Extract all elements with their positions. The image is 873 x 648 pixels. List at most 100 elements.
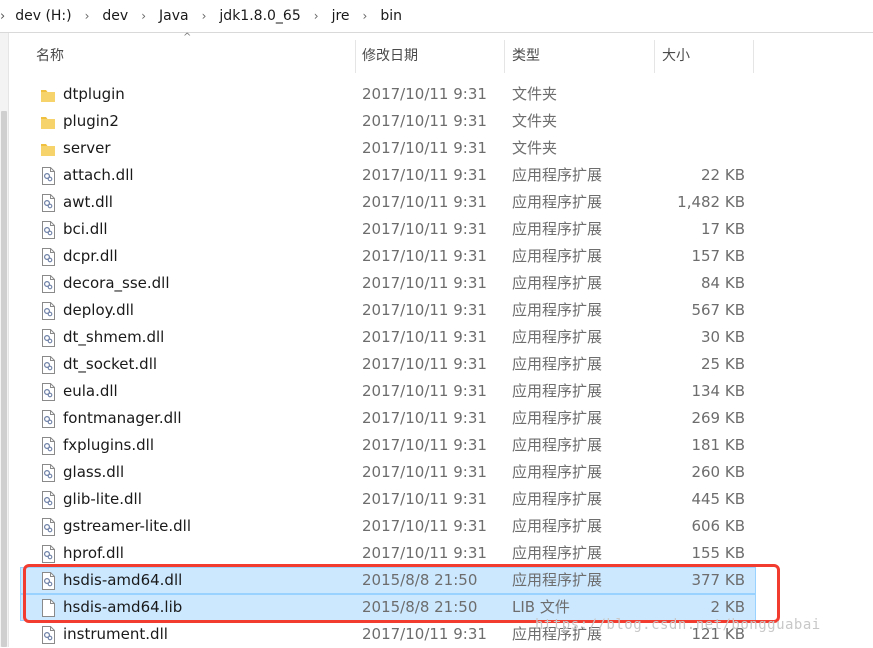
file-row[interactable]: attach.dll 2017/10/11 9:31 应用程序扩展 22 KB (20, 162, 756, 189)
file-row[interactable]: fxplugins.dll 2017/10/11 9:31 应用程序扩展 181 KB (20, 432, 756, 459)
file-row[interactable]: server 2017/10/11 9:31 文件夹 (20, 135, 756, 162)
file-modified-date: 2017/10/11 9:31 (362, 409, 487, 427)
file-modified-date: 2017/10/11 9:31 (362, 274, 487, 292)
file-modified-date: 2017/10/11 9:31 (362, 85, 487, 103)
file-name: plugin2 (63, 112, 119, 130)
file-row[interactable]: hprof.dll 2017/10/11 9:31 应用程序扩展 155 KB (20, 540, 756, 567)
file-size: 22 KB (701, 166, 745, 184)
file-type: 应用程序扩展 (512, 328, 603, 346)
chevron-right-icon[interactable]: › (0, 9, 5, 24)
file-row[interactable]: gstreamer-lite.dll 2017/10/11 9:31 应用程序扩展 6… (20, 513, 756, 540)
file-size: 157 KB (691, 247, 745, 265)
file-type: 应用程序扩展 (512, 274, 603, 292)
file-row[interactable]: fontmanager.dll 2017/10/11 9:31 应用程序扩展 269 … (20, 405, 756, 432)
column-header-size[interactable]: 大小 (655, 40, 754, 73)
watermark: https://blog.csdn.net/bongguabai (535, 617, 821, 633)
navigation-pane-edge (0, 33, 9, 647)
file-row[interactable]: glass.dll 2017/10/11 9:31 应用程序扩展 260 KB (20, 459, 756, 486)
dll-file-icon (40, 572, 56, 590)
file-size: 155 KB (691, 544, 745, 562)
scrollbar-thumb[interactable] (1, 111, 7, 647)
file-name: glib-lite.dll (63, 490, 142, 508)
dll-file-icon (40, 275, 56, 293)
file-size: 17 KB (701, 220, 745, 238)
file-name: gstreamer-lite.dll (63, 517, 192, 535)
file-type: 应用程序扩展 (512, 463, 603, 481)
file-row[interactable]: deploy.dll 2017/10/11 9:31 应用程序扩展 567 KB (20, 297, 756, 324)
dll-file-icon (40, 248, 56, 266)
file-type: 文件夹 (512, 85, 558, 103)
file-name: decora_sse.dll (63, 274, 170, 292)
file-modified-date: 2017/10/11 9:31 (362, 112, 487, 130)
dll-file-icon (40, 302, 56, 320)
file-type: 应用程序扩展 (512, 544, 603, 562)
file-row[interactable]: decora_sse.dll 2017/10/11 9:31 应用程序扩展 84 KB (20, 270, 756, 297)
file-type: 应用程序扩展 (512, 247, 603, 265)
file-name: dtplugin (63, 85, 125, 103)
column-header-name[interactable]: 名称 ^ (20, 32, 356, 73)
file-modified-date: 2017/10/11 9:31 (362, 328, 487, 346)
file-modified-date: 2017/10/11 9:31 (362, 436, 487, 454)
dll-file-icon (40, 383, 56, 401)
file-name: dt_shmem.dll (63, 328, 165, 346)
file-row[interactable]: plugin2 2017/10/11 9:31 文件夹 (20, 108, 756, 135)
breadcrumb-segment[interactable]: bin (376, 8, 406, 24)
file-size: 181 KB (691, 436, 745, 454)
file-row[interactable]: bci.dll 2017/10/11 9:31 应用程序扩展 17 KB (20, 216, 756, 243)
file-size: 25 KB (701, 355, 745, 373)
file-name: fontmanager.dll (63, 409, 182, 427)
file-size: 269 KB (691, 409, 745, 427)
breadcrumb-separator-icon[interactable]: › (354, 9, 377, 23)
breadcrumb-segment[interactable]: dev (98, 8, 132, 24)
file-modified-date: 2017/10/11 9:31 (362, 544, 487, 562)
column-header-type-label: 类型 (512, 48, 540, 64)
file-row[interactable]: awt.dll 2017/10/11 9:31 应用程序扩展 1,482 KB (20, 189, 756, 216)
column-header-row: 名称 ^ 修改日期 类型 大小 (20, 32, 873, 73)
breadcrumb-separator-icon[interactable]: › (305, 9, 328, 23)
file-modified-date: 2017/10/11 9:31 (362, 517, 487, 535)
address-bar[interactable]: › dev (H:) › dev › Java › jdk1.8.0_65 › jre › bin (0, 0, 873, 33)
file-row[interactable]: dt_shmem.dll 2017/10/11 9:31 应用程序扩展 30 KB (20, 324, 756, 351)
breadcrumb: dev (H:) › dev › Java › jdk1.8.0_65 › jre › bin (11, 8, 406, 24)
column-header-type[interactable]: 类型 (505, 40, 655, 73)
breadcrumb-separator-icon[interactable]: › (132, 9, 155, 23)
column-header-date-label: 修改日期 (362, 48, 418, 64)
file-modified-date: 2017/10/11 9:31 (362, 193, 487, 211)
file-type: 应用程序扩展 (512, 355, 603, 373)
column-header-name-label: 名称 (36, 48, 64, 64)
file-modified-date: 2017/10/11 9:31 (362, 625, 487, 643)
file-modified-date: 2015/8/8 21:50 (362, 571, 478, 589)
breadcrumb-segment[interactable]: jre (328, 8, 354, 24)
breadcrumb-separator-icon[interactable]: › (193, 9, 216, 23)
file-modified-date: 2017/10/11 9:31 (362, 355, 487, 373)
file-type: 文件夹 (512, 139, 558, 157)
file-row[interactable]: hsdis-amd64.dll 2015/8/8 21:50 应用程序扩展 377 K… (20, 567, 756, 594)
file-name: deploy.dll (63, 301, 134, 319)
file-modified-date: 2017/10/11 9:31 (362, 247, 487, 265)
dll-file-icon (40, 545, 56, 563)
file-row[interactable]: glib-lite.dll 2017/10/11 9:31 应用程序扩展 445 KB (20, 486, 756, 513)
folder-icon (40, 140, 56, 158)
folder-icon (40, 113, 56, 131)
file-row[interactable]: dt_socket.dll 2017/10/11 9:31 应用程序扩展 25 KB (20, 351, 756, 378)
file-name: attach.dll (63, 166, 134, 184)
file-type: 应用程序扩展 (512, 571, 603, 589)
breadcrumb-separator-icon[interactable]: › (76, 9, 99, 23)
dll-file-icon (40, 518, 56, 536)
file-size: 567 KB (691, 301, 745, 319)
breadcrumb-segment[interactable]: dev (H:) (11, 8, 75, 24)
file-row[interactable]: dcpr.dll 2017/10/11 9:31 应用程序扩展 157 KB (20, 243, 756, 270)
column-header-date[interactable]: 修改日期 (356, 40, 505, 73)
dll-file-icon (40, 329, 56, 347)
dll-file-icon (40, 491, 56, 509)
dll-file-icon (40, 356, 56, 374)
file-type: 应用程序扩展 (512, 193, 603, 211)
file-row[interactable]: dtplugin 2017/10/11 9:31 文件夹 (20, 81, 756, 108)
breadcrumb-segment[interactable]: jdk1.8.0_65 (215, 8, 304, 24)
file-row[interactable]: eula.dll 2017/10/11 9:31 应用程序扩展 134 KB (20, 378, 756, 405)
file-type: 应用程序扩展 (512, 517, 603, 535)
file-name: server (63, 139, 111, 157)
file-size: 84 KB (701, 274, 745, 292)
file-modified-date: 2017/10/11 9:31 (362, 490, 487, 508)
breadcrumb-segment[interactable]: Java (155, 8, 193, 24)
